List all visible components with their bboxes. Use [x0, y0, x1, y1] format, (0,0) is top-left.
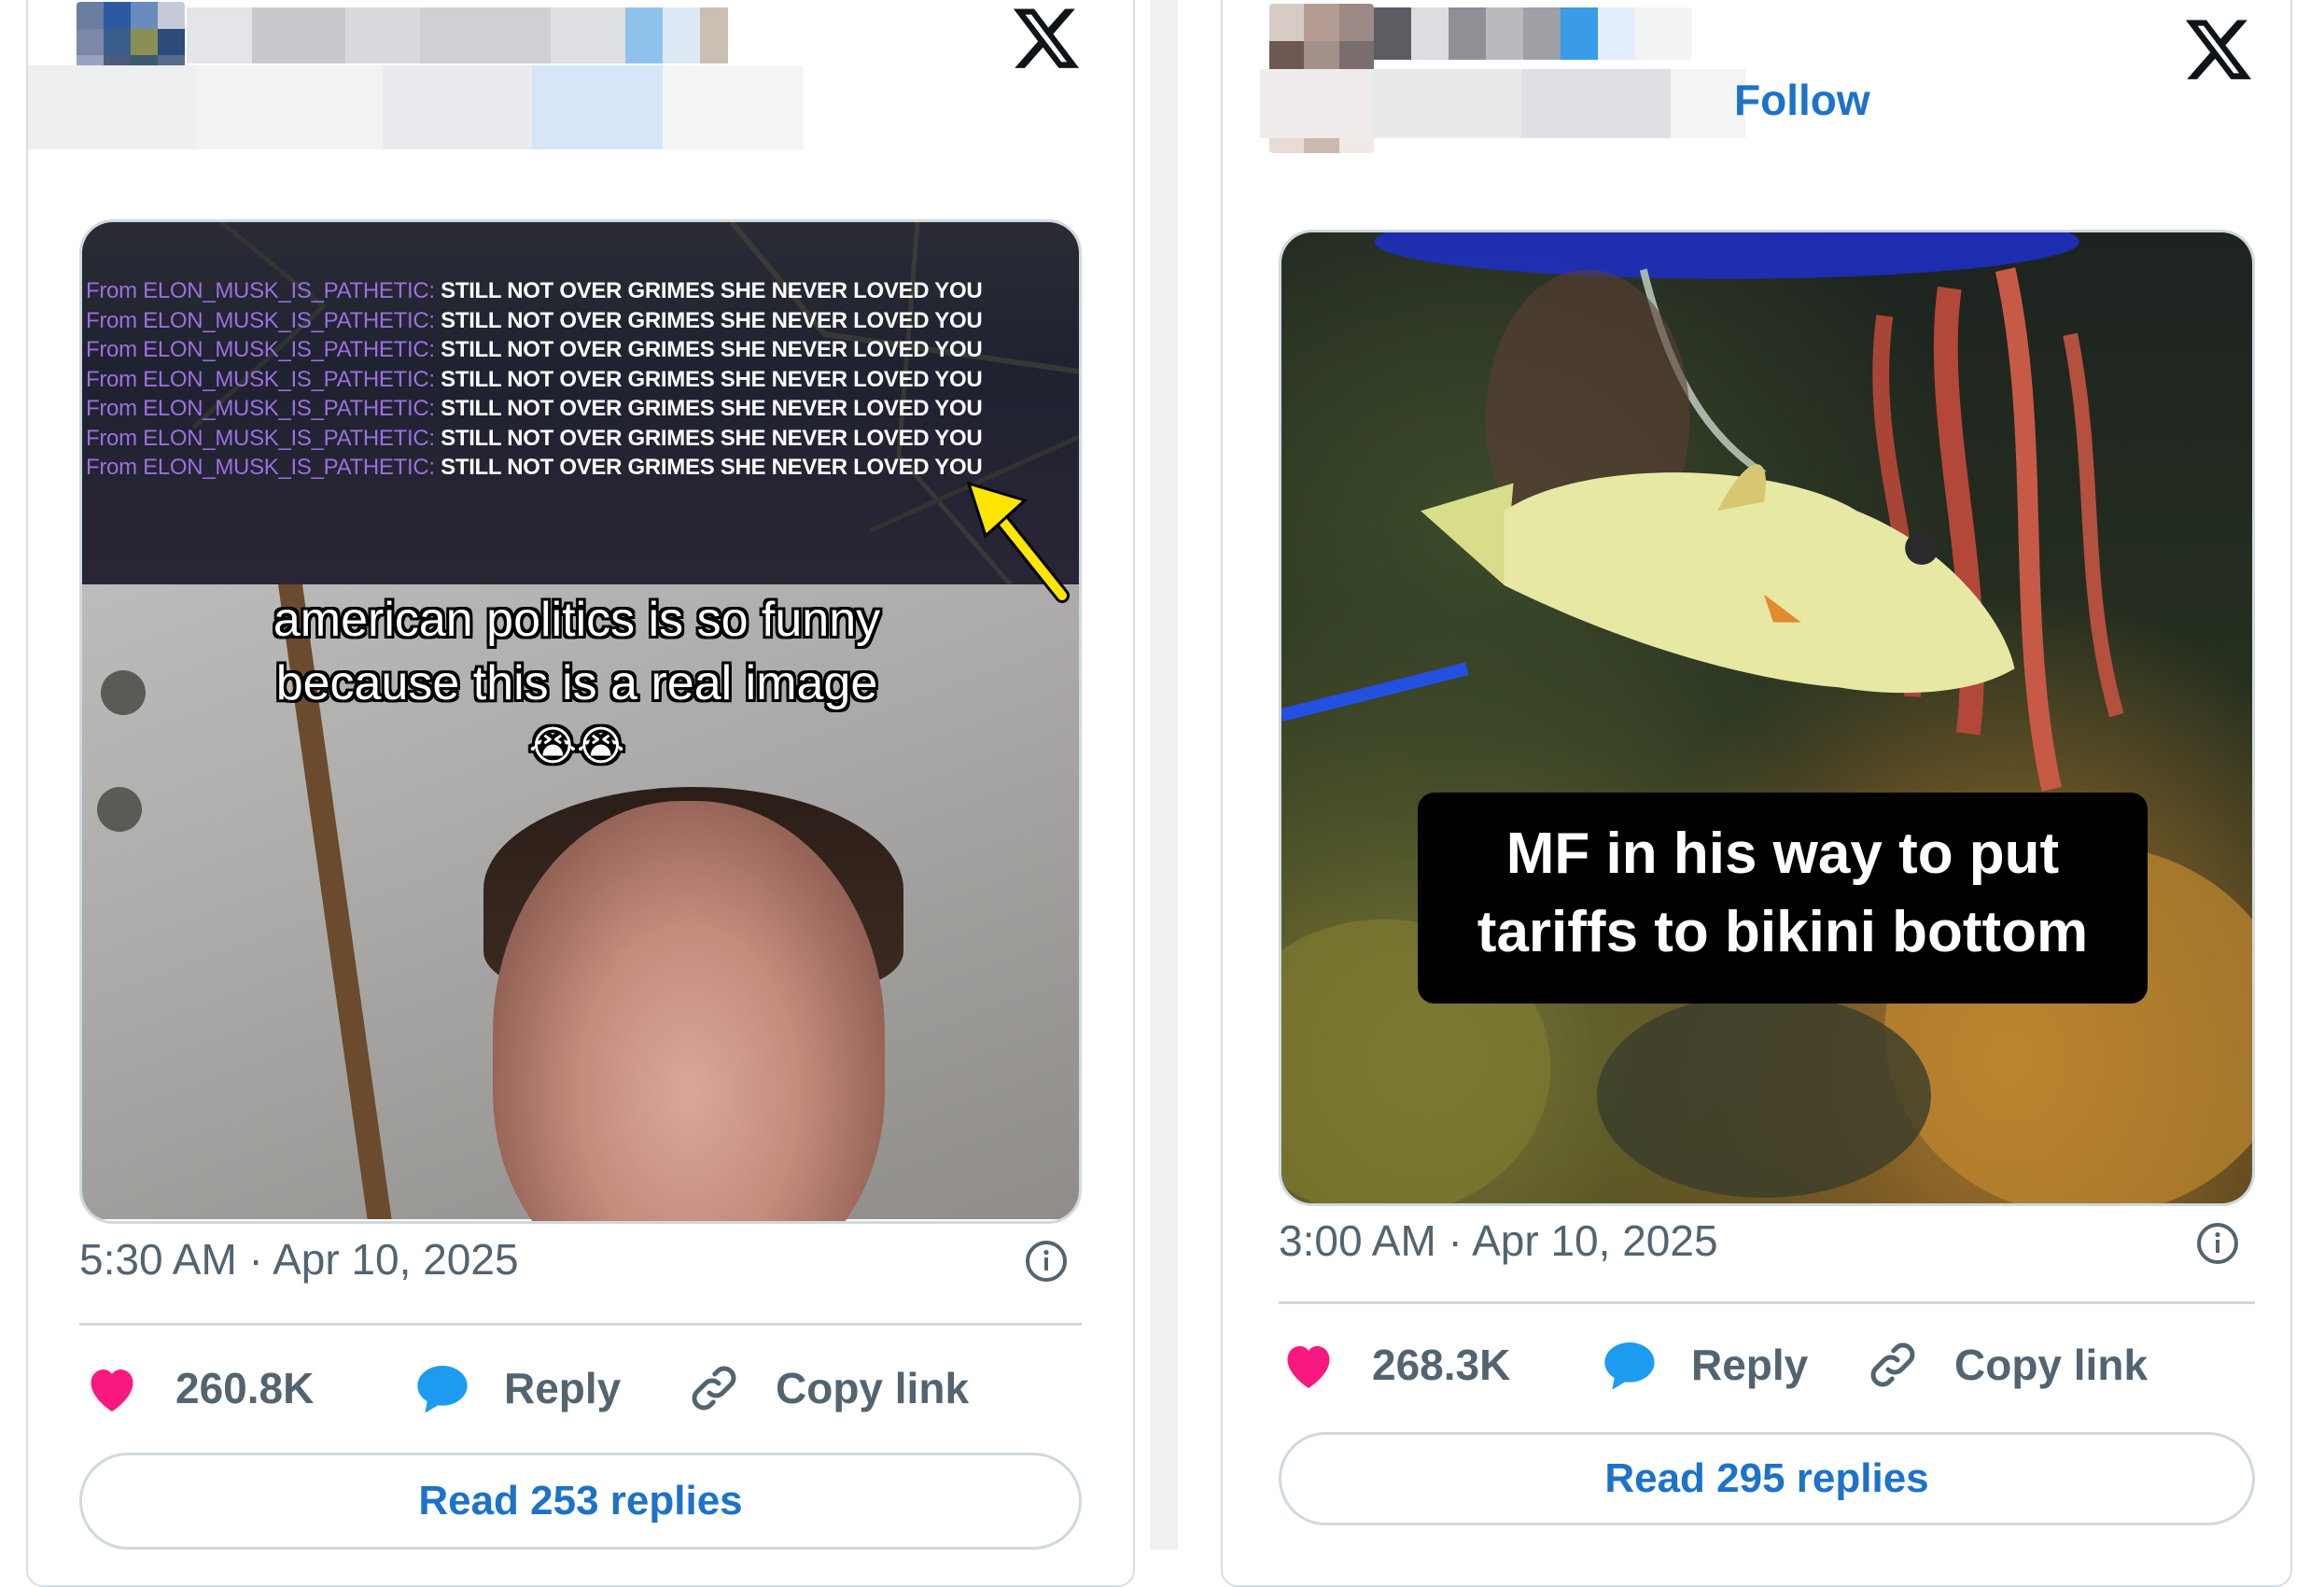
tweet-card-right: Follow MF in his way to put tariffs to b… [1221, 0, 2292, 1587]
spam-line-sender: From ELON_MUSK_IS_PATHETIC: [86, 337, 441, 362]
spam-line: From ELON_MUSK_IS_PATHETIC: STILL NOT OV… [86, 424, 1019, 454]
info-icon[interactable] [2195, 1221, 2240, 1266]
tweet-card-left: From ELON_MUSK_IS_PATHETIC: STILL NOT OV… [26, 0, 1135, 1587]
reply-button[interactable]: Reply [1600, 1337, 1808, 1393]
spam-line-message: STILL NOT OVER GRIMES SHE NEVER LOVED YO… [441, 396, 983, 421]
spam-line-sender: From ELON_MUSK_IS_PATHETIC: [86, 366, 441, 392]
spam-line-message: STILL NOT OVER GRIMES SHE NEVER LOVED YO… [441, 366, 983, 392]
copy-link-button[interactable]: Copy link [1865, 1337, 2148, 1393]
speech-bubble-icon [417, 1366, 468, 1413]
spam-line-sender: From ELON_MUSK_IS_PATHETIC: [86, 278, 441, 303]
display-name-blurred[interactable] [1374, 7, 1691, 60]
spam-line-message: STILL NOT OVER GRIMES SHE NEVER LOVED YO… [441, 307, 983, 333]
info-icon[interactable] [1024, 1239, 1069, 1284]
spam-line-message: STILL NOT OVER GRIMES SHE NEVER LOVED YO… [441, 278, 983, 303]
aquarium-scene [1281, 232, 2252, 1203]
spam-line-sender: From ELON_MUSK_IS_PATHETIC: [86, 307, 441, 333]
divider [79, 1323, 1082, 1326]
tweet-media-left[interactable]: From ELON_MUSK_IS_PATHETIC: STILL NOT OV… [79, 219, 1082, 1224]
handle-blurred[interactable] [1260, 69, 1745, 138]
link-icon [692, 1366, 736, 1411]
like-count: 268.3K [1372, 1341, 1511, 1389]
person-face [493, 801, 885, 1221]
tweet-media-right[interactable]: MF in his way to put tariffs to bikini b… [1279, 230, 2255, 1206]
reply-label: Reply [1691, 1341, 1809, 1389]
x-logo-icon[interactable] [1010, 2, 1083, 75]
bolt-decor [101, 670, 146, 715]
x-logo-icon[interactable] [2182, 13, 2255, 86]
spam-line: From ELON_MUSK_IS_PATHETIC: STILL NOT OV… [86, 394, 1019, 424]
caption-emoji: 😭😭 [528, 723, 625, 769]
heart-icon [91, 1369, 133, 1411]
spam-line-sender: From ELON_MUSK_IS_PATHETIC: [86, 425, 441, 451]
divider [1279, 1301, 2255, 1304]
media-caption: american politics is so funny because th… [157, 588, 997, 779]
display-name-blurred[interactable] [187, 7, 803, 63]
copy-link-button[interactable]: Copy link [686, 1360, 969, 1416]
spam-line: From ELON_MUSK_IS_PATHETIC: STILL NOT OV… [86, 335, 1019, 365]
like-count: 260.8K [175, 1364, 315, 1412]
cowfish [1421, 464, 2015, 694]
like-button[interactable]: 268.3K [1281, 1337, 1510, 1393]
copy-link-label: Copy link [1954, 1341, 2149, 1389]
caption-line-2: because this is a real image [275, 656, 878, 710]
spam-line-message: STILL NOT OVER GRIMES SHE NEVER LOVED YO… [441, 425, 983, 451]
follow-button[interactable]: Follow [1734, 75, 1870, 125]
spam-line: From ELON_MUSK_IS_PATHETIC: STILL NOT OV… [86, 276, 1019, 306]
copy-link-label: Copy link [776, 1364, 970, 1412]
read-replies-button[interactable]: Read 295 replies [1279, 1432, 2255, 1525]
like-button[interactable]: 260.8K [84, 1360, 314, 1416]
page-gutter [1150, 0, 1178, 1550]
arrow-icon [966, 481, 1070, 603]
link-icon [1870, 1342, 1915, 1387]
bolt-decor [97, 787, 142, 832]
spam-line: From ELON_MUSK_IS_PATHETIC: STILL NOT OV… [86, 365, 1019, 395]
spam-message-lines: From ELON_MUSK_IS_PATHETIC: STILL NOT OV… [86, 276, 1019, 483]
spam-line: From ELON_MUSK_IS_PATHETIC: STILL NOT OV… [86, 306, 1019, 336]
tweet-timestamp[interactable]: 3:00 AM · Apr 10, 2025 [1279, 1215, 1718, 1266]
reply-button[interactable]: Reply [413, 1360, 621, 1416]
spam-line-sender: From ELON_MUSK_IS_PATHETIC: [86, 396, 441, 421]
reply-label: Reply [504, 1364, 622, 1412]
read-replies-button[interactable]: Read 253 replies [79, 1453, 1082, 1550]
media-caption: MF in his way to put tariffs to bikini b… [1418, 793, 2148, 1004]
caption-line-2: tariffs to bikini bottom [1477, 900, 2089, 964]
spam-line-sender: From ELON_MUSK_IS_PATHETIC: [86, 455, 441, 480]
spam-line: From ELON_MUSK_IS_PATHETIC: STILL NOT OV… [86, 453, 1019, 483]
tweet-timestamp[interactable]: 5:30 AM · Apr 10, 2025 [79, 1234, 519, 1285]
spam-line-message: STILL NOT OVER GRIMES SHE NEVER LOVED YO… [441, 337, 983, 362]
speech-bubble-icon [1604, 1342, 1655, 1390]
caption-line-1: MF in his way to put [1505, 822, 2060, 886]
spam-line-message: STILL NOT OVER GRIMES SHE NEVER LOVED YO… [441, 455, 983, 480]
handle-blurred[interactable] [28, 65, 803, 149]
caption-line-1: american politics is so funny [273, 593, 881, 647]
heart-icon [1287, 1346, 1330, 1388]
